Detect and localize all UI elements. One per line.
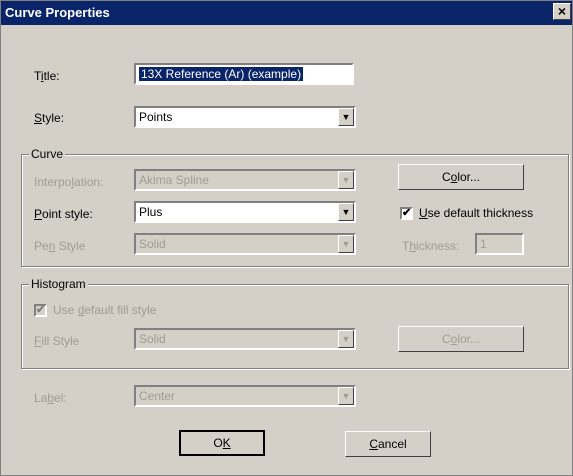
close-icon: × xyxy=(557,3,567,19)
chevron-down-icon[interactable]: ▼ xyxy=(338,108,354,126)
check-icon: ✔ xyxy=(402,207,412,219)
thickness-input-value: 1 xyxy=(480,237,487,251)
curve-properties-dialog: Curve Properties × Title: 13X Reference … xyxy=(0,0,573,476)
chevron-down-icon[interactable]: ▼ xyxy=(338,330,354,348)
fill-style-label: Fill Style xyxy=(34,334,80,348)
style-select-value: Points xyxy=(139,110,173,124)
histogram-group-label: Histogram xyxy=(29,277,88,291)
point-style-select[interactable]: Plus ▼ xyxy=(134,201,356,223)
pen-style-select[interactable]: Solid ▼ xyxy=(134,233,356,255)
pen-style-select-value: Solid xyxy=(139,237,166,251)
point-style-select-value: Plus xyxy=(139,205,163,219)
interpolation-label: Interpolation: xyxy=(34,175,104,189)
use-default-fill-checkbox[interactable]: ✔ xyxy=(34,304,47,317)
check-icon: ✔ xyxy=(36,304,46,316)
chevron-down-icon[interactable]: ▼ xyxy=(338,387,354,405)
style-label: Style: xyxy=(34,111,65,125)
style-select[interactable]: Points ▼ xyxy=(134,106,356,128)
interpolation-select[interactable]: Akima Spline ▼ xyxy=(134,169,356,191)
label-label: Label: xyxy=(34,391,67,405)
title-label: Title: xyxy=(34,69,60,83)
chevron-down-icon[interactable]: ▼ xyxy=(338,203,354,221)
fill-style-select-value: Solid xyxy=(139,332,166,346)
ok-button[interactable]: OK xyxy=(179,430,265,456)
thickness-label: Thickness: xyxy=(402,239,460,253)
histogram-color-button[interactable]: Color... xyxy=(398,326,524,352)
title-input-value: 13X Reference (Ar) (example) xyxy=(139,67,304,81)
curve-group-label: Curve xyxy=(29,147,66,161)
window-title: Curve Properties xyxy=(5,5,110,20)
chevron-down-icon[interactable]: ▼ xyxy=(338,171,354,189)
interpolation-select-value: Akima Spline xyxy=(139,173,210,187)
point-style-label: Point style: xyxy=(34,207,93,221)
curve-color-button[interactable]: Color... xyxy=(398,164,524,190)
thickness-input[interactable]: 1 xyxy=(475,233,524,255)
use-default-thickness-label: Use default thickness xyxy=(419,206,534,220)
label-select-value: Center xyxy=(139,389,176,403)
pen-style-label: Pen Style xyxy=(34,239,86,253)
use-default-thickness-checkbox[interactable]: ✔ xyxy=(400,207,413,220)
label-select[interactable]: Center ▼ xyxy=(134,385,356,407)
cancel-button[interactable]: Cancel xyxy=(345,431,431,457)
chevron-down-icon[interactable]: ▼ xyxy=(338,235,354,253)
close-button[interactable]: × xyxy=(553,3,571,20)
fill-style-select[interactable]: Solid ▼ xyxy=(134,328,356,350)
title-bar: Curve Properties × xyxy=(1,1,572,25)
title-input[interactable]: 13X Reference (Ar) (example) xyxy=(134,63,354,85)
use-default-fill-label: Use default fill style xyxy=(53,303,157,317)
